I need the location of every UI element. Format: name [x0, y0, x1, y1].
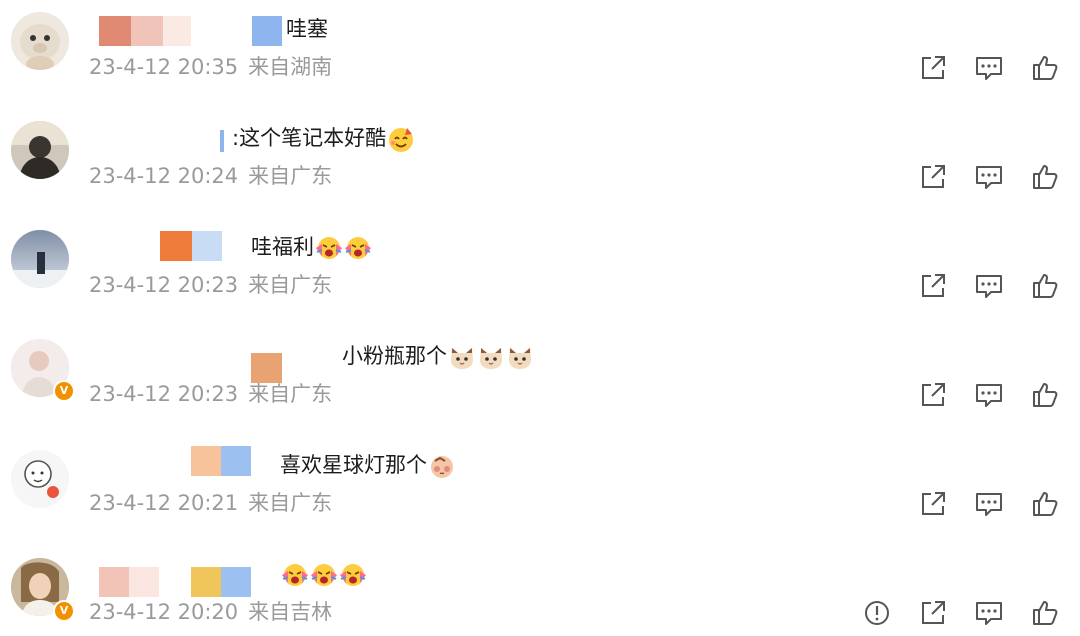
comment-date: 23-4-12 20:20	[89, 600, 239, 624]
cat-face-emoji-icon	[506, 343, 534, 371]
like-icon[interactable]	[1030, 271, 1060, 301]
comment-icon[interactable]	[974, 598, 1004, 628]
verified-badge-icon: V	[53, 380, 75, 402]
comment-location: 来自广东	[248, 382, 333, 406]
comment-text: 哇塞	[286, 17, 328, 41]
username-redacted	[252, 16, 282, 46]
username-redacted	[191, 446, 251, 476]
comment-location: 来自吉林	[248, 600, 333, 624]
comment-item: 哇塞 23-4-12 20:35 来自湖南	[0, 0, 1080, 109]
comment-item: 喜欢星球灯那个 23-4-12 20:21 来自广东	[0, 436, 1080, 545]
shy-face-emoji-icon	[428, 452, 456, 480]
username-redacted	[99, 567, 159, 597]
comment-date: 23-4-12 20:23	[89, 273, 239, 297]
cheer-face-emoji-icon	[344, 234, 372, 262]
comment-icon[interactable]	[974, 489, 1004, 519]
share-icon[interactable]	[918, 489, 948, 519]
comment-item: :这个笔记本好酷 23-4-12 20:24 来自广东	[0, 109, 1080, 218]
comment-meta: 23-4-12 20:21 来自广东	[89, 488, 332, 518]
comment-text: 喜欢星球灯那个	[280, 450, 456, 480]
like-icon[interactable]	[1030, 598, 1060, 628]
avatar[interactable]	[11, 12, 69, 70]
comment-item: V 23-4-12 20:20 来自吉林	[0, 545, 1080, 636]
party-face-emoji-icon	[387, 125, 415, 153]
comment-text	[280, 559, 367, 589]
comment-meta: 23-4-12 20:23 来自广东	[89, 270, 332, 300]
username-redacted	[160, 231, 222, 261]
comment-location: 来自广东	[248, 273, 333, 297]
cheer-face-emoji-icon	[281, 561, 309, 589]
share-icon[interactable]	[918, 53, 948, 83]
avatar[interactable]	[11, 230, 69, 288]
comment-meta: 23-4-12 20:23 来自广东	[89, 379, 332, 409]
cheer-face-emoji-icon	[310, 561, 338, 589]
report-icon[interactable]	[862, 598, 892, 628]
verified-badge-icon: V	[53, 600, 75, 622]
like-icon[interactable]	[1030, 489, 1060, 519]
comment-location: 来自广东	[248, 491, 333, 515]
like-icon[interactable]	[1030, 53, 1060, 83]
comment-text: 哇福利	[251, 232, 372, 262]
like-icon[interactable]	[1030, 380, 1060, 410]
avatar[interactable]	[11, 121, 69, 179]
like-icon[interactable]	[1030, 162, 1060, 192]
comment-icon[interactable]	[974, 53, 1004, 83]
comment-icon[interactable]	[974, 162, 1004, 192]
comment-text: :这个笔记本好酷	[232, 123, 415, 153]
comment-item: 哇福利 23-4-12 20:23 来自广东	[0, 218, 1080, 327]
avatar[interactable]	[11, 450, 69, 508]
share-icon[interactable]	[918, 380, 948, 410]
comment-location: 来自湖南	[248, 55, 333, 79]
comment-date: 23-4-12 20:23	[89, 382, 239, 406]
cat-face-emoji-icon	[448, 343, 476, 371]
cheer-face-emoji-icon	[315, 234, 343, 262]
comment-meta: 23-4-12 20:35 来自湖南	[89, 52, 332, 82]
comment-date: 23-4-12 20:35	[89, 55, 239, 79]
comment-item: V 小粉瓶那个 23-4-12 20:23 来自广东	[0, 327, 1080, 436]
cheer-face-emoji-icon	[339, 561, 367, 589]
comment-location: 来自广东	[248, 164, 333, 188]
comment-icon[interactable]	[974, 380, 1004, 410]
username-redacted	[191, 567, 251, 597]
username-redacted	[220, 126, 224, 156]
comment-icon[interactable]	[974, 271, 1004, 301]
share-icon[interactable]	[918, 598, 948, 628]
comment-date: 23-4-12 20:24	[89, 164, 239, 188]
share-icon[interactable]	[918, 271, 948, 301]
username-redacted	[99, 16, 191, 46]
comment-meta: 23-4-12 20:20 来自吉林	[89, 597, 332, 627]
cat-face-emoji-icon	[477, 343, 505, 371]
share-icon[interactable]	[918, 162, 948, 192]
comment-meta: 23-4-12 20:24 来自广东	[89, 161, 332, 191]
comment-date: 23-4-12 20:21	[89, 491, 239, 515]
comment-text: 小粉瓶那个	[342, 341, 534, 371]
